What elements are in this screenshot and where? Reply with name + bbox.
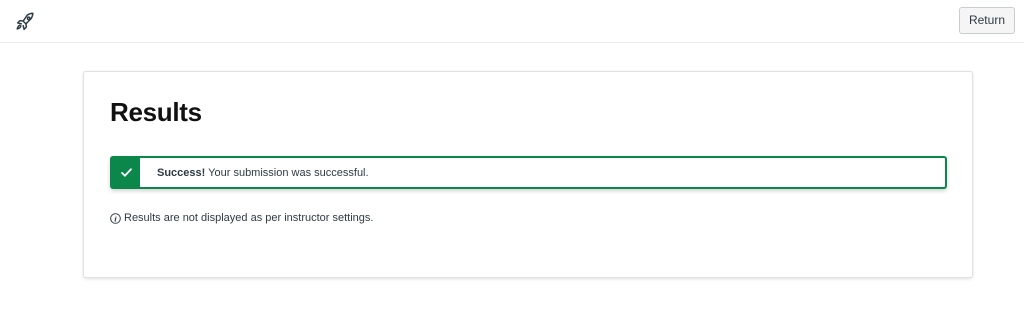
info-icon: i (110, 212, 121, 224)
alert-icon-container (112, 158, 140, 187)
info-text: Results are not displayed as per instruc… (124, 212, 374, 224)
checkmark-icon (120, 168, 132, 177)
page-title: Results (110, 97, 202, 127)
alert-strong-text: Success! (157, 166, 206, 179)
success-alert: Success! Your submission was successful. (110, 156, 947, 189)
alert-message: Success! Your submission was successful. (157, 167, 369, 179)
info-notice: i Results are not displayed as per instr… (110, 212, 373, 224)
alert-body-text: Your submission was successful. (205, 166, 369, 179)
rocket-icon (14, 11, 36, 33)
return-button[interactable]: Return (958, 7, 1015, 34)
results-card: Results Success! Your submission was suc… (83, 71, 973, 278)
top-bar: Return (0, 0, 1024, 43)
svg-text:i: i (114, 215, 117, 223)
